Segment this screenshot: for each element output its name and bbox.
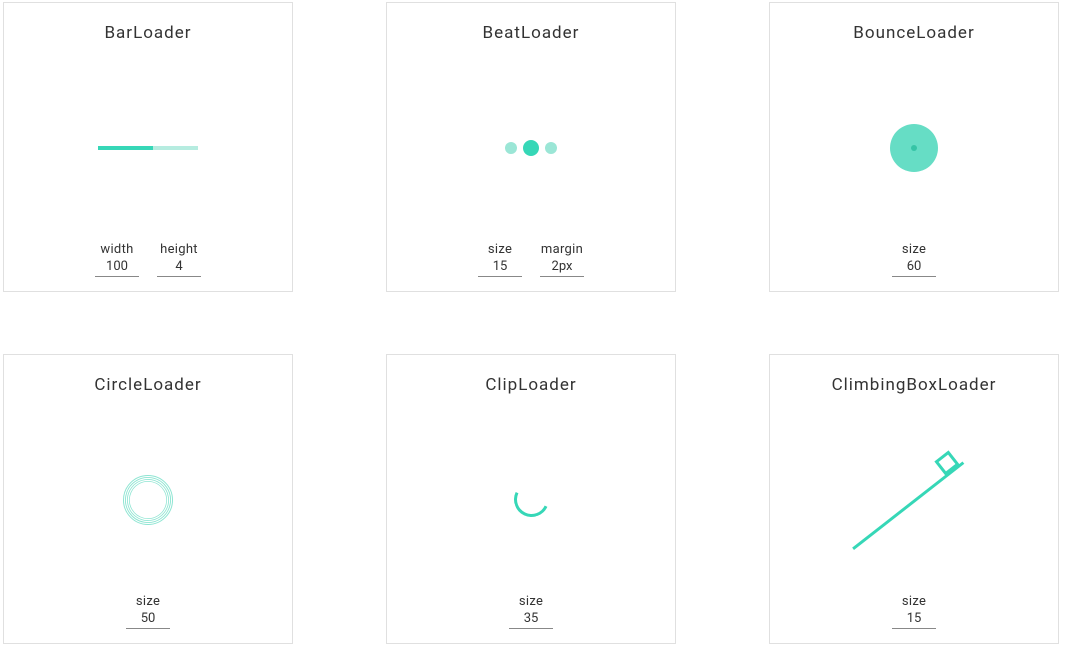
card-title: BeatLoader <box>483 23 580 43</box>
control-label: size <box>902 594 926 609</box>
card-controls: size <box>509 594 553 633</box>
control-label: width <box>100 242 133 257</box>
margin-input[interactable] <box>540 257 584 277</box>
card-clip-loader: ClipLoader size <box>386 354 676 644</box>
bounce-loader-icon <box>890 124 938 172</box>
loader-preview <box>20 53 276 242</box>
control-label: size <box>136 594 160 609</box>
beat-loader-icon <box>505 140 557 156</box>
size-input[interactable] <box>892 257 936 277</box>
control-margin: margin <box>540 242 584 277</box>
card-bounce-loader: BounceLoader size <box>769 2 1059 292</box>
card-controls: size margin <box>478 242 584 281</box>
loader-preview <box>786 53 1042 242</box>
card-title: CircleLoader <box>94 375 201 395</box>
loader-preview <box>403 405 659 594</box>
card-title: ClipLoader <box>485 375 576 395</box>
card-title: BounceLoader <box>853 23 974 43</box>
loader-preview <box>786 405 1042 594</box>
card-controls: size <box>892 242 936 281</box>
width-input[interactable] <box>95 257 139 277</box>
control-size: size <box>892 594 936 629</box>
card-controls: size <box>126 594 170 633</box>
size-input[interactable] <box>509 609 553 629</box>
loader-preview <box>20 405 276 594</box>
loader-preview <box>403 53 659 242</box>
control-label: size <box>519 594 543 609</box>
control-width: width <box>95 242 139 277</box>
control-size: size <box>126 594 170 629</box>
card-controls: size <box>892 594 936 633</box>
climbing-box-loader-icon <box>854 450 974 550</box>
control-size: size <box>892 242 936 277</box>
bar-loader-icon <box>98 146 198 150</box>
control-height: height <box>157 242 201 277</box>
size-input[interactable] <box>478 257 522 277</box>
control-label: size <box>488 242 512 257</box>
card-climbing-box-loader: ClimbingBoxLoader size <box>769 354 1059 644</box>
control-size: size <box>509 594 553 629</box>
card-circle-loader: CircleLoader size <box>3 354 293 644</box>
height-input[interactable] <box>157 257 201 277</box>
size-input[interactable] <box>126 609 170 629</box>
clip-loader-icon <box>509 477 554 522</box>
control-label: size <box>902 242 926 257</box>
control-label: margin <box>541 242 583 257</box>
control-size: size <box>478 242 522 277</box>
size-input[interactable] <box>892 609 936 629</box>
loader-grid: BarLoader width height BeatLoader size <box>0 0 1066 644</box>
control-label: height <box>160 242 198 257</box>
circle-loader-icon <box>123 475 173 525</box>
card-beat-loader: BeatLoader size margin <box>386 2 676 292</box>
card-bar-loader: BarLoader width height <box>3 2 293 292</box>
card-title: BarLoader <box>104 23 191 43</box>
card-title: ClimbingBoxLoader <box>832 375 997 395</box>
card-controls: width height <box>95 242 201 281</box>
